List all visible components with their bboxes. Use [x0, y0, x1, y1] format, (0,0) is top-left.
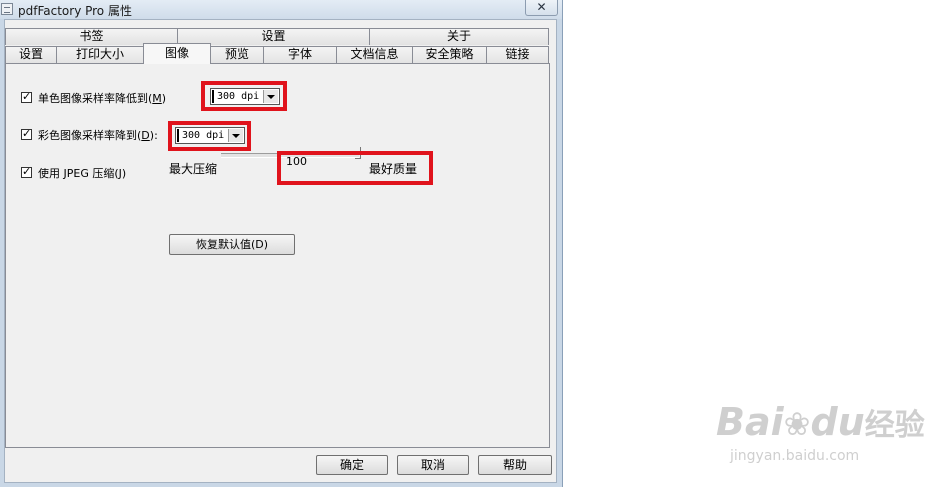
tab-preview[interactable]: 预览 — [210, 46, 264, 64]
tab-label: 文档信息 — [350, 47, 399, 61]
tab-label: 链接 — [505, 47, 530, 61]
tab-links[interactable]: 链接 — [486, 46, 549, 64]
tab-document-info[interactable]: 文档信息 — [336, 46, 413, 64]
mono-downsample-checkbox[interactable]: ✓ — [21, 91, 32, 103]
jpeg-compression-label: 使用 JPEG 压缩(J) — [38, 167, 127, 180]
baidu-watermark-url: jingyan.baidu.com — [730, 448, 860, 464]
close-button[interactable]: ✕ — [525, 0, 558, 16]
title-bar[interactable]: pdfFactory Pro 属性 ✕ — [0, 0, 562, 19]
tab-label: 安全策略 — [425, 47, 474, 61]
help-button[interactable]: 帮助 — [478, 455, 552, 475]
cancel-label: 取消 — [420, 458, 445, 472]
tab-label: 字体 — [287, 47, 312, 61]
printer-icon — [1, 3, 13, 15]
tab-fonts[interactable]: 字体 — [263, 46, 337, 64]
highlight-box-color — [168, 121, 251, 151]
tab-label: 关于 — [446, 29, 471, 43]
color-hotkey: D — [141, 129, 150, 142]
color-downsample-checkbox[interactable]: ✓ — [21, 128, 32, 140]
tab-security[interactable]: 安全策略 — [412, 46, 487, 64]
tab-images[interactable]: 图像 — [143, 43, 211, 64]
color-downsample-label: 彩色图像采样率降到(D): — [38, 129, 158, 142]
tab-label: 书签 — [79, 29, 104, 43]
restore-defaults-button[interactable]: 恢复默认值(D) — [169, 234, 295, 255]
baidu-watermark-logo: Bai❀du经验 — [716, 400, 925, 444]
tab-about[interactable]: 关于 — [369, 28, 549, 45]
ok-button[interactable]: 确定 — [316, 455, 388, 475]
restore-defaults-label: 恢复默认值(D) — [195, 238, 269, 251]
highlight-box-quality — [277, 151, 433, 185]
tab-settings[interactable]: 设置 — [5, 46, 57, 64]
images-tab-page — [5, 63, 550, 448]
mono-downsample-label: 单色图像采样率降低到(M) — [38, 92, 167, 105]
tab-label: 设置 — [261, 29, 286, 43]
jpeg-compression-checkbox[interactable]: ✓ — [21, 166, 32, 178]
tab-label: 预览 — [224, 47, 249, 61]
tab-label: 设置 — [18, 47, 43, 61]
tab-label: 图像 — [164, 46, 189, 60]
tab-print-size[interactable]: 打印大小 — [56, 46, 144, 64]
window-title: pdfFactory Pro 属性 — [18, 4, 132, 18]
ok-label: 确定 — [339, 458, 364, 472]
tab-label: 打印大小 — [75, 47, 124, 61]
help-label: 帮助 — [502, 458, 527, 472]
max-compression-label: 最大压缩 — [169, 162, 218, 176]
cancel-button[interactable]: 取消 — [397, 455, 469, 475]
properties-window: pdfFactory Pro 属性 ✕ 书签 设置 关于 设置 打印大小 图像 … — [0, 0, 563, 487]
mono-hotkey: M — [152, 92, 162, 105]
highlight-box-mono — [201, 81, 287, 111]
close-icon: ✕ — [536, 0, 547, 14]
paw-icon: ❀ — [783, 405, 811, 443]
